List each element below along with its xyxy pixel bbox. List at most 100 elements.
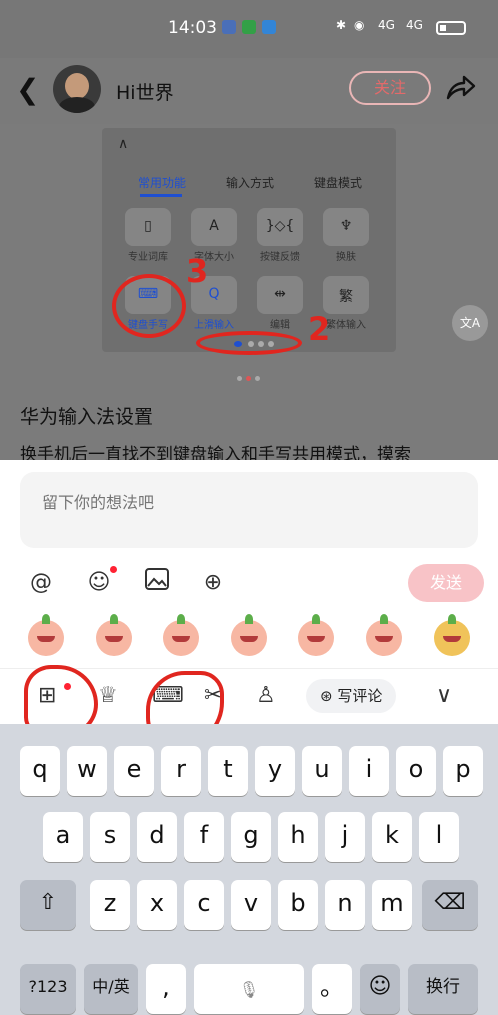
key-m[interactable]: m bbox=[372, 880, 412, 930]
key-d[interactable]: d bbox=[137, 812, 177, 862]
signal-icon: 4G bbox=[378, 18, 395, 32]
dictionary-icon: ▯ bbox=[144, 218, 152, 234]
avatar[interactable] bbox=[53, 65, 101, 113]
image-item: ▯ 专业词库 bbox=[122, 208, 174, 263]
key-g[interactable]: g bbox=[231, 812, 271, 862]
font-size-icon: A bbox=[209, 218, 219, 234]
signal-icon: 4G bbox=[406, 18, 423, 32]
notification-dot bbox=[110, 566, 117, 573]
image-item: }◇{ 按键反馈 bbox=[254, 208, 306, 263]
key-k[interactable]: k bbox=[372, 812, 412, 862]
bluetooth-icon: ✱ bbox=[336, 18, 347, 32]
chevron-down-icon[interactable]: ∨ bbox=[436, 683, 452, 708]
image-item: ⇹ 编辑 bbox=[254, 276, 306, 331]
post-content: ∧ 常用功能 输入方式 键盘模式 ▯ 专业词库 A 字体大小 }◇{ 按键反馈 … bbox=[0, 124, 498, 465]
shift-key[interactable]: ⇧ bbox=[20, 880, 76, 930]
annotation-circle bbox=[112, 274, 186, 338]
ime-toolbar: ⊞ ♕ ⌨ ✂ ♙ ⊛ 写评论 ∨ bbox=[0, 665, 498, 749]
key-i[interactable]: i bbox=[349, 746, 389, 796]
key-w[interactable]: w bbox=[67, 746, 107, 796]
key-c[interactable]: c bbox=[184, 880, 224, 930]
skin-icon[interactable]: ♕ bbox=[98, 683, 118, 708]
carousel-dot bbox=[248, 341, 254, 347]
app-notification-icon bbox=[262, 20, 276, 34]
space-key[interactable]: 🎙 bbox=[194, 964, 304, 1014]
annotation-number: 2 bbox=[308, 310, 331, 348]
write-review-button[interactable]: ⊛ 写评论 bbox=[306, 679, 397, 713]
key-t[interactable]: t bbox=[208, 746, 248, 796]
app-notification-icon bbox=[222, 20, 236, 34]
send-button[interactable]: 发送 bbox=[408, 564, 484, 602]
carousel-dot bbox=[258, 341, 264, 347]
edit-cursor-icon: ⇹ bbox=[274, 286, 286, 302]
key-h[interactable]: h bbox=[278, 812, 318, 862]
key-q[interactable]: q bbox=[20, 746, 60, 796]
language-switch-key[interactable]: 中/英 bbox=[84, 964, 138, 1014]
image-tab-common: 常用功能 bbox=[138, 176, 187, 190]
wifi-icon: ◉ bbox=[354, 18, 365, 32]
post-title: 华为输入法设置 bbox=[20, 406, 154, 428]
carousel-dot-active bbox=[234, 341, 242, 347]
wechat-notification-icon bbox=[242, 20, 256, 34]
carousel-dot bbox=[268, 341, 274, 347]
image-tab-input-method: 输入方式 bbox=[226, 176, 275, 190]
sticker-emoji[interactable] bbox=[231, 614, 267, 656]
chevron-left-icon[interactable]: ❮ bbox=[16, 76, 39, 104]
emoji-key[interactable]: ☺ bbox=[360, 964, 400, 1014]
key-e[interactable]: e bbox=[114, 746, 154, 796]
username[interactable]: Hi世界 bbox=[116, 78, 174, 105]
brush-icon: ♆ bbox=[339, 218, 353, 234]
key-p[interactable]: p bbox=[443, 746, 483, 796]
key-n[interactable]: n bbox=[325, 880, 365, 930]
comma-key[interactable]: , bbox=[146, 964, 186, 1014]
microphone-icon: 🎙 bbox=[238, 980, 260, 999]
write-icon: ⊛ bbox=[320, 687, 338, 705]
image-item: ♆ 换肤 bbox=[320, 208, 372, 263]
status-bar: 14:03 ✱ ◉ 4G 4G bbox=[0, 0, 498, 58]
post-image[interactable]: ∧ 常用功能 输入方式 键盘模式 ▯ 专业词库 A 字体大小 }◇{ 按键反馈 … bbox=[102, 128, 396, 355]
chevron-up-icon: ∧ bbox=[118, 136, 129, 152]
key-v[interactable]: v bbox=[231, 880, 271, 930]
battery-icon bbox=[436, 21, 466, 35]
sticker-emoji[interactable] bbox=[96, 614, 132, 656]
sticker-emoji[interactable] bbox=[163, 614, 199, 656]
share-icon[interactable] bbox=[442, 70, 478, 106]
follow-button[interactable]: 关注 bbox=[349, 71, 431, 105]
key-x[interactable]: x bbox=[137, 880, 177, 930]
sticker-emoji[interactable] bbox=[366, 614, 402, 656]
key-b[interactable]: b bbox=[278, 880, 318, 930]
comment-input[interactable] bbox=[40, 492, 444, 513]
status-time: 14:03 bbox=[168, 18, 217, 38]
traditional-chinese-icon: 繁 bbox=[339, 289, 353, 305]
period-key[interactable]: 。 bbox=[312, 964, 352, 1014]
sticker-emoji[interactable] bbox=[298, 614, 334, 656]
key-a[interactable]: a bbox=[43, 812, 83, 862]
key-l[interactable]: l bbox=[419, 812, 459, 862]
vibration-icon: }◇{ bbox=[265, 218, 295, 234]
key-o[interactable]: o bbox=[396, 746, 436, 796]
add-icon[interactable]: ⊕ bbox=[198, 568, 228, 598]
key-z[interactable]: z bbox=[90, 880, 130, 930]
tab-underline bbox=[140, 194, 182, 197]
key-f[interactable]: f bbox=[184, 812, 224, 862]
comment-input-box[interactable] bbox=[20, 472, 478, 548]
image-tab-keyboard-mode: 键盘模式 bbox=[314, 176, 363, 190]
post-header: ❮ Hi世界 关注 bbox=[0, 58, 498, 124]
key-y[interactable]: y bbox=[255, 746, 295, 796]
cat-icon[interactable]: ♙ bbox=[256, 683, 276, 708]
key-u[interactable]: u bbox=[302, 746, 342, 796]
key-j[interactable]: j bbox=[325, 812, 365, 862]
key-s[interactable]: s bbox=[90, 812, 130, 862]
mention-icon[interactable]: @ bbox=[26, 568, 56, 598]
annotation-number: 3 bbox=[186, 252, 209, 290]
backspace-key[interactable]: ⌫ bbox=[422, 880, 478, 930]
sticker-emoji[interactable] bbox=[28, 614, 64, 656]
emoji-icon[interactable]: ☺ bbox=[84, 568, 114, 598]
image-icon[interactable] bbox=[142, 568, 172, 598]
numbers-key[interactable]: ?123 bbox=[20, 964, 76, 1014]
key-r[interactable]: r bbox=[161, 746, 201, 796]
enter-key[interactable]: 换行 bbox=[408, 964, 478, 1014]
keyboard: q w e r t y u i o p a s d f g h j k l ⇧ … bbox=[0, 724, 498, 1015]
translate-icon[interactable]: 文A bbox=[452, 305, 488, 341]
sticker-emoji[interactable] bbox=[434, 614, 470, 656]
